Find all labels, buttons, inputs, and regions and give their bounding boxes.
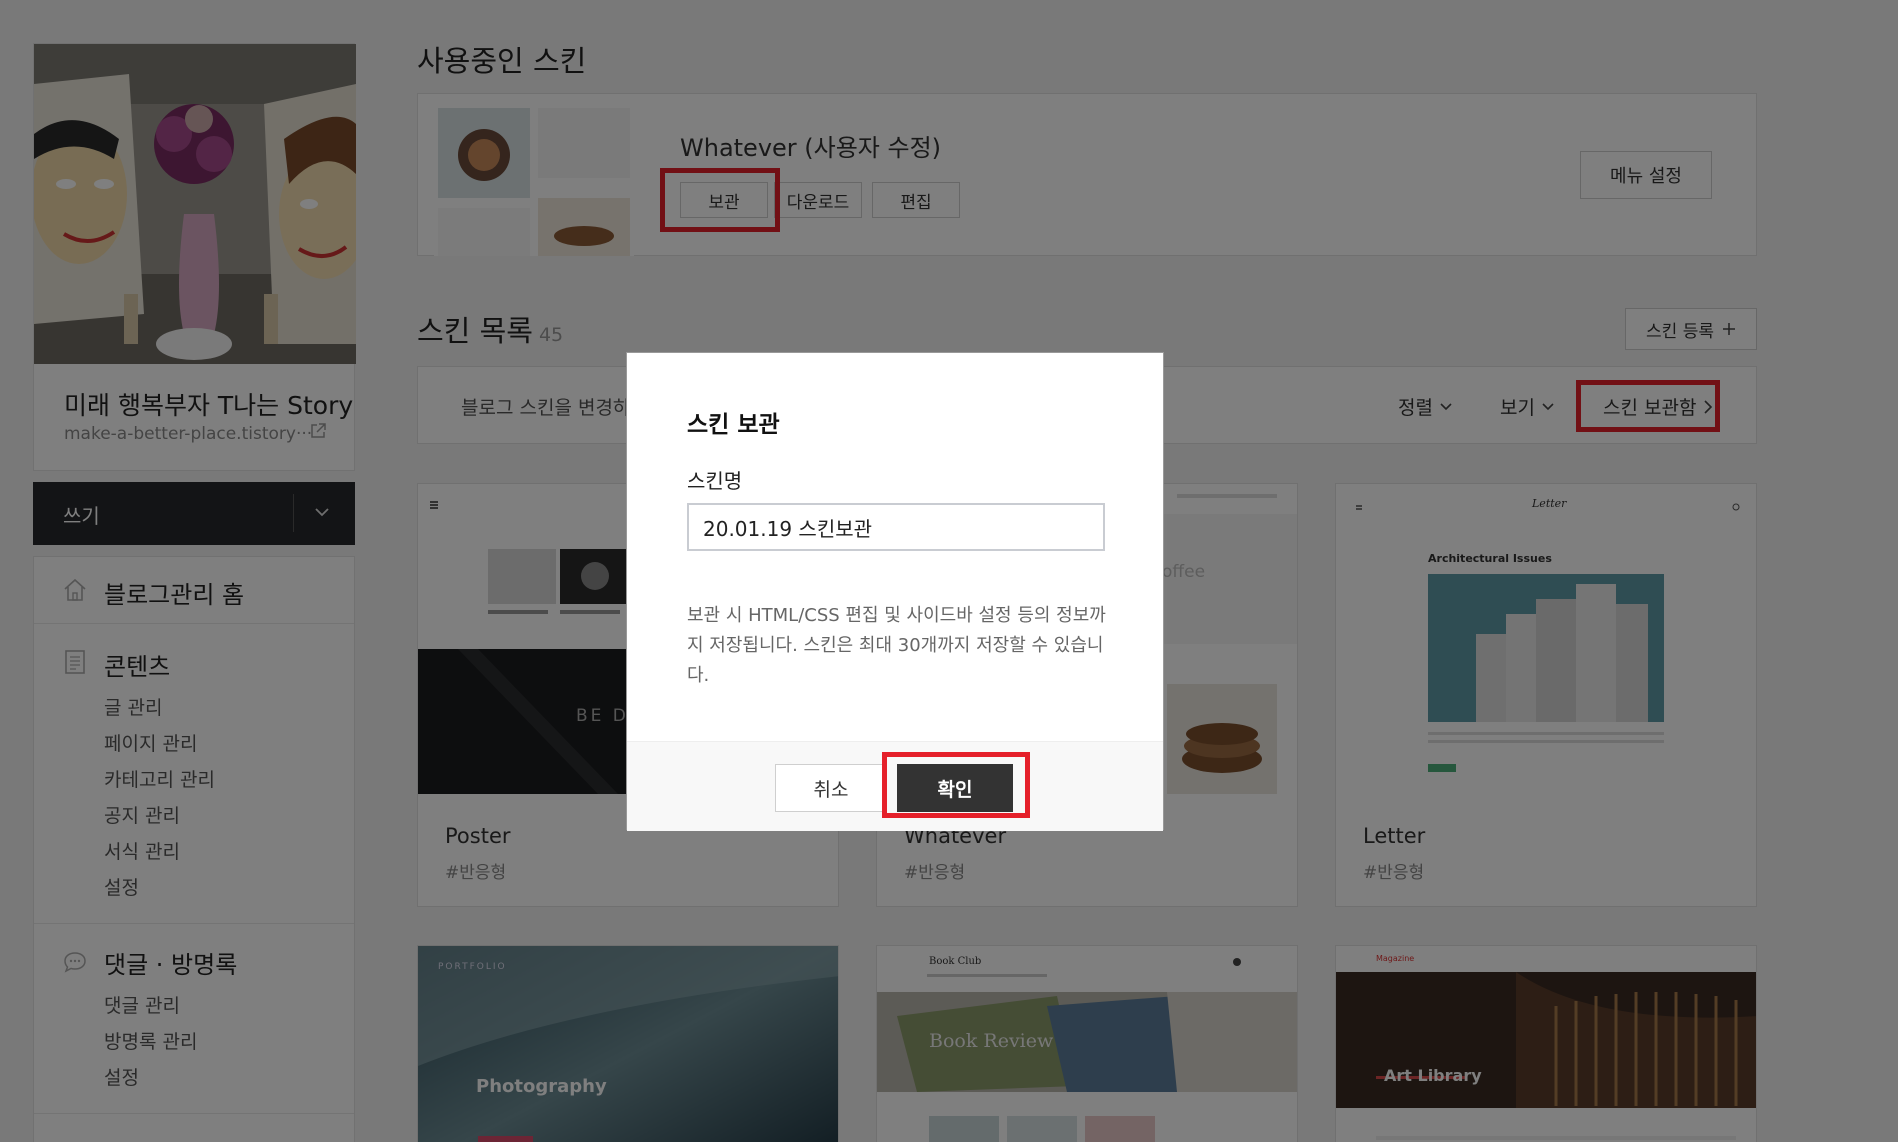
cancel-button[interactable]: 취소	[775, 764, 887, 812]
confirm-button-highlight	[882, 752, 1030, 818]
dialog-description: 보관 시 HTML/CSS 편집 및 사이드바 설정 등의 정보까지 저장됩니다…	[687, 605, 1106, 686]
dialog-title: 스킨 보관	[687, 412, 780, 438]
skin-name-input[interactable]	[687, 503, 1105, 551]
skin-name-label: 스킨명	[687, 469, 743, 493]
